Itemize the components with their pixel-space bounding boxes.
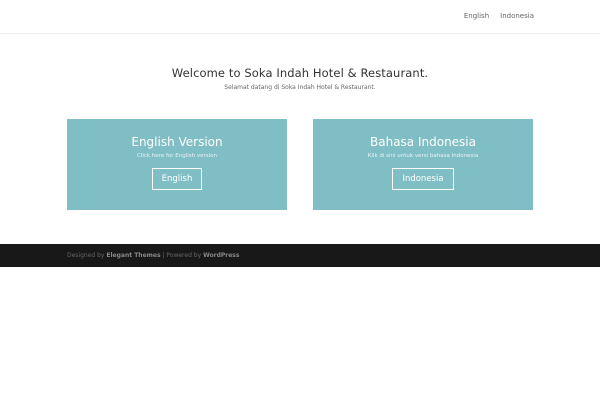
site-footer: Designed by Elegant Themes | Powered by … (0, 244, 600, 267)
designed-by-text: Designed by (67, 252, 105, 259)
card-description: Klik di sini untuk versi bahasa Indonesi… (367, 153, 479, 159)
nav-link-english[interactable]: English (464, 12, 489, 21)
elegant-themes-link[interactable]: Elegant Themes (106, 252, 160, 259)
top-nav: English Indonesia (464, 12, 534, 21)
welcome-section: Welcome to Soka Indah Hotel & Restaurant… (0, 66, 600, 92)
page-title: Welcome to Soka Indah Hotel & Restaurant… (171, 66, 429, 80)
powered-by-text: | Powered by (162, 252, 202, 259)
card-title: English Version (131, 135, 223, 149)
indonesia-button[interactable]: Indonesia (392, 168, 454, 190)
english-button[interactable]: English (151, 168, 203, 190)
card-description: Click here for English version (136, 153, 218, 159)
indonesia-version-card: Bahasa Indonesia Klik di sini untuk vers… (313, 119, 533, 210)
page-subtitle: Selamat datang di Soka Indah Hotel & Res… (224, 84, 376, 91)
english-version-card: English Version Click here for English v… (67, 119, 287, 210)
card-title: Bahasa Indonesia (370, 135, 476, 149)
wordpress-link[interactable]: WordPress (203, 252, 239, 259)
footer-credits: Designed by Elegant Themes | Powered by … (67, 252, 239, 260)
nav-link-indonesia[interactable]: Indonesia (500, 12, 534, 21)
site-header: English Indonesia (0, 0, 600, 34)
